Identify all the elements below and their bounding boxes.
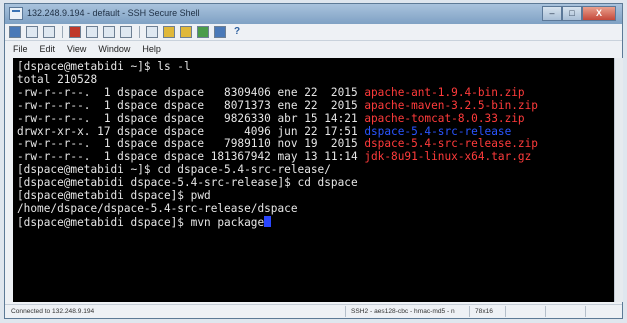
save-icon[interactable] <box>9 26 21 38</box>
terminal-line-text: -rw-r--r--. 1 dspace dspace 8309406 ene … <box>17 85 365 99</box>
new-terminal-icon[interactable] <box>163 26 175 38</box>
status-bar: Connected to 132.248.9.194 SSH2 - aes128… <box>5 304 622 318</box>
ssh-window: 132.248.9.194 - default - SSH Secure She… <box>4 3 623 319</box>
connection-status: Connected to 132.248.9.194 <box>11 308 95 315</box>
find-icon[interactable] <box>146 26 158 38</box>
terminal-line: drwxr-xr-x. 17 dspace dspace 4096 jun 22… <box>17 125 511 138</box>
terminal-filename: dspace-5.4-src-release <box>364 124 512 138</box>
terminal-line-text: /home/dspace/dspace-5.4-src-release/dspa… <box>17 201 298 215</box>
terminal-line-text: -rw-r--r--. 1 dspace dspace 7989110 nov … <box>17 137 365 151</box>
menu-file[interactable]: File <box>13 44 28 54</box>
cut-icon[interactable] <box>69 26 81 38</box>
close-button[interactable]: X <box>582 6 616 21</box>
terminal-line-text: -rw-r--r--. 1 dspace dspace 8071373 ene … <box>17 98 365 112</box>
status-divider <box>585 306 586 317</box>
print-preview-icon[interactable] <box>43 26 55 38</box>
terminal-line: [dspace@metabidi dspace-5.4-src-release]… <box>17 176 358 189</box>
menu-help[interactable]: Help <box>142 44 161 54</box>
terminal-line: [dspace@metabidi ~]$ cd dspace-5.4-src-r… <box>17 163 331 176</box>
terminal-line-text: [dspace@metabidi dspace]$ mvn package <box>17 215 265 229</box>
terminal-filename: dspace-5.4-src-release.zip <box>364 137 538 151</box>
terminal-line-text: [dspace@metabidi ~]$ cd dspace-5.4-src-r… <box>17 163 331 177</box>
terminal-line: -rw-r--r--. 1 dspace dspace 8309406 ene … <box>17 86 525 99</box>
copy-icon[interactable] <box>86 26 98 38</box>
terminal-line: -rw-r--r--. 1 dspace dspace 8071373 ene … <box>17 99 538 112</box>
status-divider <box>345 306 346 317</box>
print-icon[interactable] <box>26 26 38 38</box>
terminal-line-text: drwxr-xr-x. 17 dspace dspace 4096 jun 22… <box>17 124 365 138</box>
terminal-filename: apache-maven-3.2.5-bin.zip <box>364 98 538 112</box>
toolbar-separator <box>62 26 63 38</box>
window-controls: – □ X <box>542 6 616 21</box>
settings-icon[interactable] <box>197 26 209 38</box>
status-divider <box>469 306 470 317</box>
terminal-filename: jdk-8u91-linux-x64.tar.gz <box>364 150 532 164</box>
maximize-button[interactable]: □ <box>562 6 582 21</box>
toolbar-separator <box>139 26 140 38</box>
status-divider <box>545 306 546 317</box>
terminal-line: [dspace@metabidi ~]$ ls -l <box>17 60 191 73</box>
window-title: 132.248.9.194 - default - SSH Secure She… <box>27 8 200 18</box>
toolbar: ? <box>5 24 622 41</box>
terminal-line-text: [dspace@metabidi dspace-5.4-src-release]… <box>17 176 358 190</box>
terminal-line: [dspace@metabidi dspace]$ pwd <box>17 189 211 202</box>
menu-edit[interactable]: Edit <box>40 44 56 54</box>
terminal-filename: apache-ant-1.9.4-bin.zip <box>364 85 525 99</box>
terminal-line-text: -rw-r--r--. 1 dspace dspace 9826330 abr … <box>17 111 365 125</box>
help-icon[interactable]: ? <box>231 26 243 38</box>
status-divider <box>505 306 506 317</box>
terminal-cursor <box>264 215 272 227</box>
minimize-button[interactable]: – <box>542 6 562 21</box>
terminal-scrollbar[interactable] <box>614 58 623 302</box>
cipher-status: SSH2 - aes128-cbc - hmac-md5 - n <box>351 308 455 315</box>
paste-icon[interactable] <box>103 26 115 38</box>
terminal-line: -rw-r--r--. 1 dspace dspace 9826330 abr … <box>17 112 525 125</box>
menu-view[interactable]: View <box>67 44 86 54</box>
terminal-area[interactable]: [dspace@metabidi ~]$ ls -l total 210528 … <box>13 58 614 302</box>
terminal-line: -rw-r--r--. 1 dspace dspace 181367942 ma… <box>17 150 531 163</box>
terminal-line-text: [dspace@metabidi ~]$ ls -l <box>17 60 191 73</box>
terminal-line-text: -rw-r--r--. 1 dspace dspace 181367942 ma… <box>17 150 365 164</box>
terminal-line-text: [dspace@metabidi dspace]$ pwd <box>17 189 211 203</box>
profiles-icon[interactable] <box>214 26 226 38</box>
title-bar[interactable]: 132.248.9.194 - default - SSH Secure She… <box>5 4 622 24</box>
terminal-output: [dspace@metabidi ~]$ ls -l total 210528 … <box>17 60 538 230</box>
terminal-line: [dspace@metabidi dspace]$ mvn package <box>17 215 272 229</box>
terminal-line-text: total 210528 <box>17 72 98 86</box>
terminal-size: 78x16 <box>475 308 493 315</box>
terminal-line: -rw-r--r--. 1 dspace dspace 7989110 nov … <box>17 137 538 150</box>
terminal-line: total 210528 <box>17 73 97 86</box>
terminal-line: /home/dspace/dspace-5.4-src-release/dspa… <box>17 202 298 215</box>
menu-window[interactable]: Window <box>98 44 130 54</box>
terminal-filename: apache-tomcat-8.0.33.zip <box>364 111 525 125</box>
new-file-transfer-icon[interactable] <box>180 26 192 38</box>
paste-special-icon[interactable] <box>120 26 132 38</box>
app-icon[interactable] <box>9 7 23 20</box>
menu-bar: File Edit View Window Help <box>5 41 622 56</box>
